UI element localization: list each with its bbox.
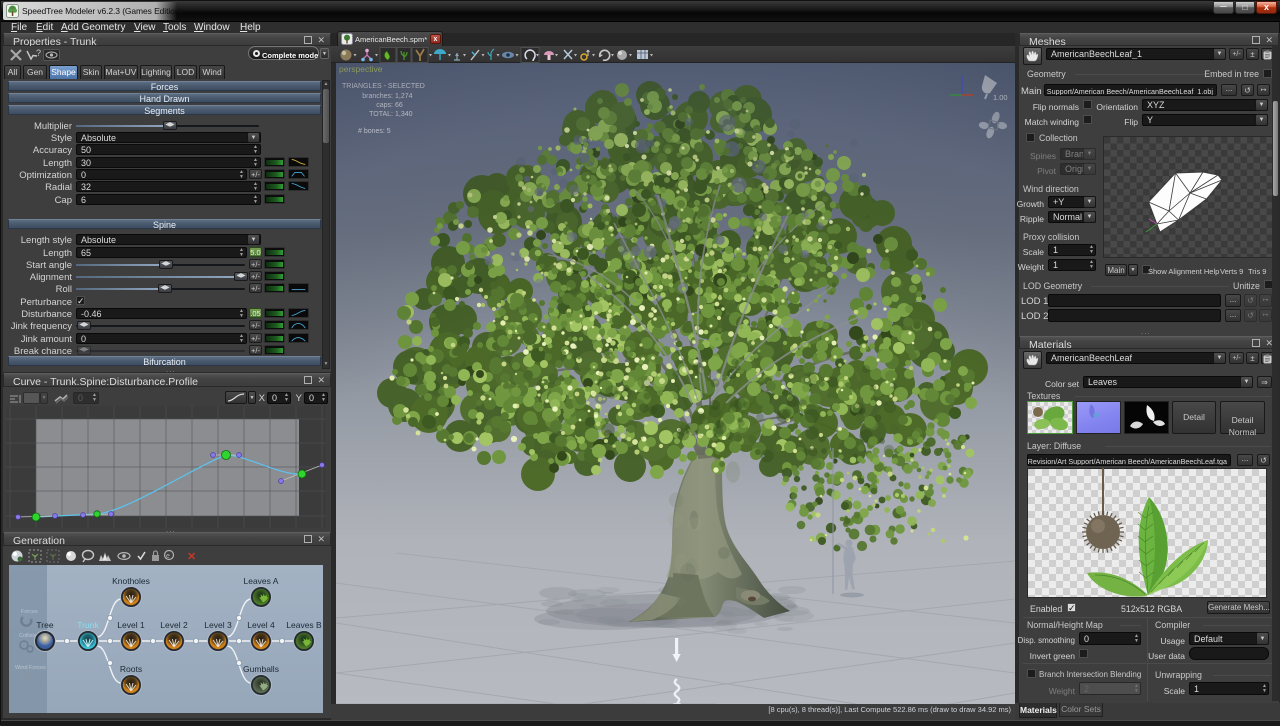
svg-text:Tree: Tree (36, 620, 53, 630)
svg-text:Leaves A: Leaves A (244, 576, 279, 586)
svg-text:Trunk: Trunk (77, 620, 99, 630)
svg-text:Level 2: Level 2 (160, 620, 188, 630)
svg-text:Level 1: Level 1 (117, 620, 145, 630)
svg-text:e: e (166, 553, 170, 560)
svg-text:Knotholes: Knotholes (112, 576, 150, 586)
svg-text:Leaves B: Leaves B (286, 620, 322, 630)
svg-text:Forces: Forces (21, 609, 38, 615)
svg-text:Level 3: Level 3 (204, 620, 232, 630)
svg-text:?: ? (36, 48, 41, 58)
svg-text:Level 4: Level 4 (247, 620, 275, 630)
svg-text:Roots: Roots (120, 664, 142, 674)
svg-text:Gumballs: Gumballs (243, 664, 279, 674)
